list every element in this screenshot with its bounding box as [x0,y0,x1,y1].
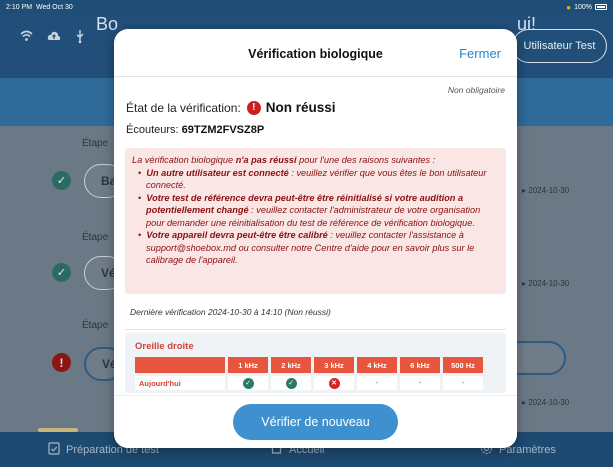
table-column: 3 kHz ✕ [314,357,354,390]
alert-intro: La vérification biologique n'a pas réuss… [132,155,436,165]
modal-title: Vérification biologique [248,47,383,61]
modal-header: Vérification biologique Fermer [114,29,517,77]
connection-icons [20,30,85,46]
table-column: 500 Hz - [443,357,483,390]
result-cell: - [357,376,397,390]
result-cell: ✓ [228,376,268,390]
check-pass-icon: ✓ [285,377,297,389]
alert-reason: • Votre appareil devra peut-être être ca… [138,230,475,265]
step-error-icon: ! [52,353,71,372]
step-date: ▸ 2024-10-30 [522,279,570,288]
battery-icon [595,4,607,10]
wifi-status-icon: ● [566,2,572,12]
alert-reason: • Votre test de référence devra peut-êtr… [138,192,481,228]
result-cell: - [443,376,483,390]
optional-note: Non obligatoire [447,85,505,95]
step-label: Étape [82,138,109,149]
status-right: ● 100% [566,3,607,12]
headphones-info: Écouteurs: 69TZM2FVSZ8P [126,124,264,136]
check-fail-icon: ✕ [328,377,340,389]
status-time: 2:10 PM Wed Oct 30 [6,3,73,11]
table-column: 1 kHz ✓ [228,357,268,390]
usb-icon[interactable] [75,30,85,46]
step-complete-icon: ✓ [52,171,71,190]
retry-check-button[interactable]: Vérifier de nouveau [233,404,398,440]
status-bar: 2:10 PM Wed Oct 30 ● 100% [0,0,613,14]
result-cell: ✓ [271,376,311,390]
table-header-cell: 6 kHz [400,357,440,373]
table-header-cell: 500 Hz [443,357,483,373]
table-column: 4 kHz - [357,357,397,390]
failure-alert: La vérification biologique n'a pas réuss… [125,148,506,294]
status-label: État de la vérification: [126,100,241,115]
step-complete-icon: ✓ [52,263,71,282]
frequency-results-table: Aujourd'hui 1 kHz ✓ 2 kHz ✓ 3 kHz ✕ 4 kH… [135,357,483,390]
headphones-serial: 69TZM2FVSZ8P [181,124,265,136]
result-cell: - [400,376,440,390]
last-check-timestamp: Dernière vérification 2024-10-30 à 14:10… [130,307,331,317]
table-header-cell: 3 kHz [314,357,354,373]
headphones-label: Écouteurs: [126,124,179,136]
close-button[interactable]: Fermer [459,46,501,61]
hero-text-right: ui! [517,14,537,34]
alert-reason: • Un autre utilisateur est connecté : ve… [138,167,487,191]
table-header-cell: 2 kHz [271,357,311,373]
table-column: Aujourd'hui [135,357,225,390]
ear-title: Oreille droite [135,341,194,352]
table-header-cell: 1 kHz [228,357,268,373]
check-pass-icon: ✓ [242,377,254,389]
table-column: 6 kHz - [400,357,440,390]
table-column: 2 kHz ✓ [271,357,311,390]
status-value: Non réussi [265,100,336,115]
table-header-cell: 4 kHz [357,357,397,373]
result-cell: ✕ [314,376,354,390]
divider [125,329,506,330]
battery-percent: 100% [574,3,592,11]
step-label: Étape [82,320,109,331]
cloud-upload-icon[interactable] [47,30,61,46]
error-icon: ! [246,100,261,115]
row-label-today: Aujourd'hui [135,376,225,390]
biological-check-modal: Vérification biologique Fermer Non oblig… [114,29,517,448]
check-status: État de la vérification: ! Non réussi [126,100,336,115]
ear-results-card: Oreille droite Aujourd'hui 1 kHz ✓ 2 kHz… [125,333,506,393]
step-date: ▸ 2024-10-30 [522,186,570,195]
table-header-cell [135,357,225,373]
step-date: ▸ 2024-10-30 [522,398,570,407]
step-label: Étape [82,232,109,243]
clipboard-icon [48,441,60,458]
wifi-icon[interactable] [20,30,33,46]
